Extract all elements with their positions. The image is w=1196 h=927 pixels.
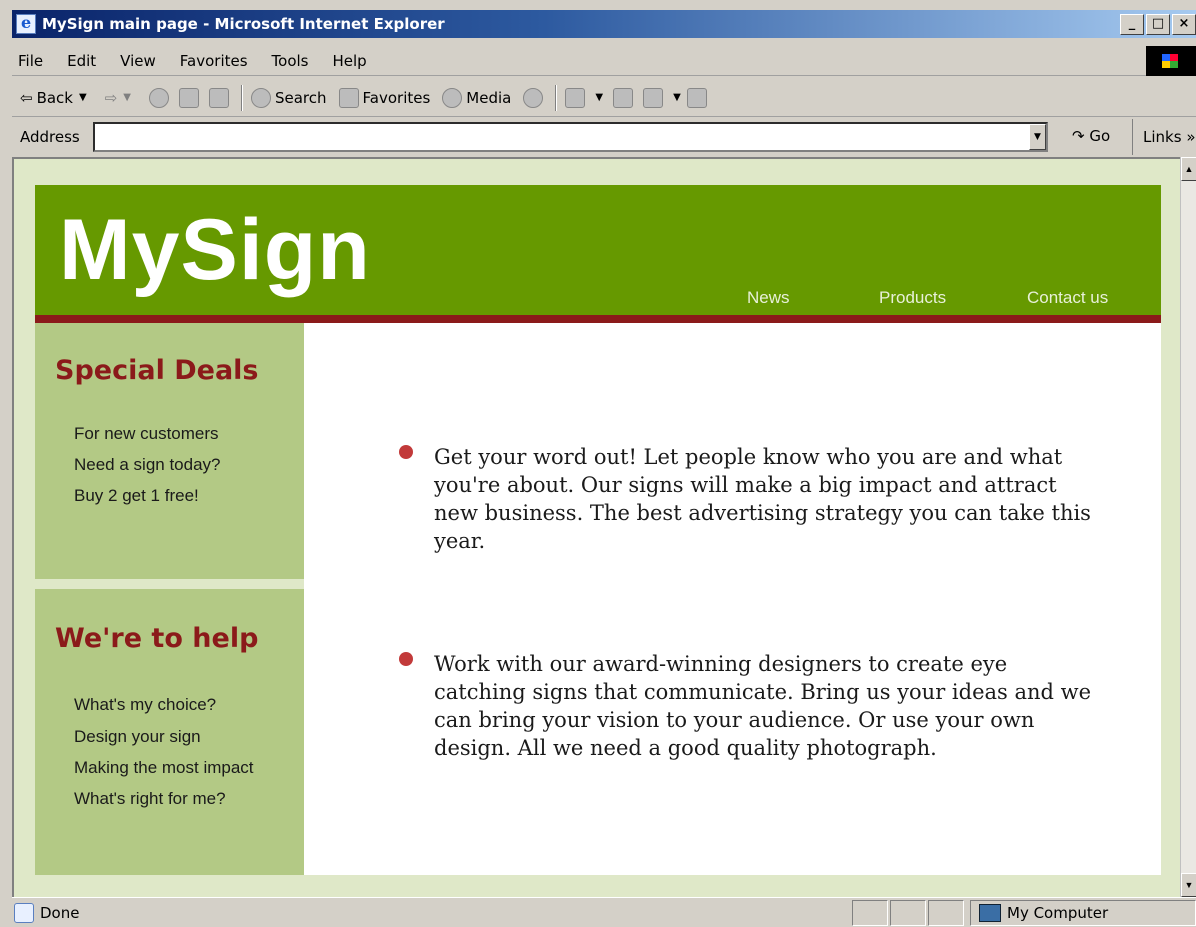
stop-icon[interactable] xyxy=(148,87,169,108)
links-label: Links xyxy=(1143,128,1182,146)
back-dropdown-icon[interactable]: ▼ xyxy=(79,92,87,103)
go-label: Go xyxy=(1089,127,1111,145)
discuss-icon[interactable] xyxy=(686,87,707,108)
menu-view[interactable]: View xyxy=(120,52,156,70)
bullet-icon xyxy=(399,445,413,459)
search-button[interactable]: Search xyxy=(250,87,327,108)
site-logo[interactable]: MySign xyxy=(59,207,371,293)
menu-favorites[interactable]: Favorites xyxy=(180,52,248,70)
mail-icon[interactable] xyxy=(565,87,586,108)
toolbar: ⇦ Back ▼ ⇨ ▼ Search Favorites Media ▼ ▼ xyxy=(12,79,1196,117)
search-label: Search xyxy=(274,88,327,107)
address-bar: Address ▼ ↷ Go Links » xyxy=(12,119,1196,155)
window-title-bar[interactable]: MySign main page - Microsoft Internet Ex… xyxy=(12,10,1196,38)
windows-logo-icon xyxy=(1146,46,1196,76)
ie-icon[interactable] xyxy=(16,13,36,34)
security-zone: My Computer xyxy=(970,900,1196,926)
forward-dropdown-icon[interactable]: ▼ xyxy=(123,92,131,103)
close-button[interactable]: × xyxy=(1172,14,1196,35)
main-content: Get your word out! Let people know who y… xyxy=(304,323,1161,875)
menu-help[interactable]: Help xyxy=(333,52,367,70)
scroll-up-icon[interactable]: ▲ xyxy=(1181,157,1196,181)
nav-contact-us[interactable]: Contact us xyxy=(1027,288,1108,308)
zone-label: My Computer xyxy=(1007,904,1109,922)
sidebar-link-buy-2-get-1[interactable]: Buy 2 get 1 free! xyxy=(74,486,199,506)
search-icon xyxy=(250,87,271,108)
forward-arrow-icon: ⇨ xyxy=(104,88,118,107)
sidebar-link-right-for-me[interactable]: What's right for me? xyxy=(74,789,226,809)
site-header: MySign News Products Contact us xyxy=(35,185,1161,315)
status-pane xyxy=(890,900,926,926)
header-divider xyxy=(35,315,1161,323)
address-label: Address xyxy=(20,128,80,146)
chevron-right-icon: » xyxy=(1186,128,1196,146)
vertical-scrollbar[interactable]: ▲ ▼ xyxy=(1180,157,1196,897)
special-deals-panel: Special Deals For new customers Need a s… xyxy=(35,323,304,579)
favorites-label: Favorites xyxy=(362,88,431,107)
mail-dropdown-icon[interactable]: ▼ xyxy=(595,92,603,103)
sidebar-link-sign-today[interactable]: Need a sign today? xyxy=(74,455,221,475)
ie-page-icon xyxy=(14,902,34,923)
maximize-button[interactable]: □ xyxy=(1146,14,1170,35)
window-title: MySign main page - Microsoft Internet Ex… xyxy=(42,15,445,33)
special-deals-title: Special Deals xyxy=(55,355,259,386)
back-arrow-icon: ⇦ xyxy=(20,88,33,107)
go-button[interactable]: ↷ Go xyxy=(1072,127,1110,145)
history-icon[interactable] xyxy=(523,87,544,108)
media-label: Media xyxy=(466,88,512,107)
page-viewport: MySign News Products Contact us Special … xyxy=(12,157,1180,897)
menu-file[interactable]: File xyxy=(18,52,43,70)
menu-tools[interactable]: Tools xyxy=(272,52,309,70)
status-bar: Done My Computer xyxy=(12,897,1196,927)
toolbar-separator xyxy=(240,84,243,111)
menu-edit[interactable]: Edit xyxy=(67,52,96,70)
paragraph-designers: Work with our award-winning designers to… xyxy=(434,652,1092,760)
go-arrow-icon: ↷ xyxy=(1072,127,1085,145)
media-icon xyxy=(442,87,463,108)
media-button[interactable]: Media xyxy=(442,87,512,108)
paragraph-word-out: Get your word out! Let people know who y… xyxy=(434,445,1091,553)
bullet-icon xyxy=(399,652,413,666)
favorites-icon xyxy=(338,87,359,108)
sidebar-link-design-sign[interactable]: Design your sign xyxy=(74,727,201,747)
forward-button[interactable]: ⇨ ▼ xyxy=(105,89,137,107)
sidebar-link-new-customers[interactable]: For new customers xyxy=(74,424,219,444)
sidebar-link-most-impact[interactable]: Making the most impact xyxy=(74,758,254,778)
window-frame xyxy=(0,0,12,927)
back-button[interactable]: ⇦ Back ▼ xyxy=(20,89,93,107)
links-button[interactable]: Links » xyxy=(1132,119,1196,155)
back-label: Back xyxy=(36,88,73,107)
scroll-down-icon[interactable]: ▼ xyxy=(1181,873,1196,897)
nav-products[interactable]: Products xyxy=(879,288,946,308)
help-title: We're to help xyxy=(55,623,259,654)
address-dropdown-icon[interactable]: ▼ xyxy=(1029,124,1046,150)
favorites-button[interactable]: Favorites xyxy=(338,87,431,108)
status-pane xyxy=(928,900,964,926)
nav-news[interactable]: News xyxy=(747,288,790,308)
edit-icon[interactable] xyxy=(643,87,664,108)
help-panel: We're to help What's my choice? Design y… xyxy=(35,589,304,875)
status-text: Done xyxy=(40,903,80,922)
address-input[interactable] xyxy=(93,122,1048,152)
sidebar-link-my-choice[interactable]: What's my choice? xyxy=(74,695,216,715)
edit-dropdown-icon[interactable]: ▼ xyxy=(673,92,681,103)
refresh-icon[interactable] xyxy=(178,87,199,108)
print-icon[interactable] xyxy=(613,87,634,108)
menu-bar: File Edit View Favorites Tools Help xyxy=(12,46,1196,76)
toolbar-separator xyxy=(555,84,558,111)
computer-icon xyxy=(979,904,1001,922)
status-pane xyxy=(852,900,888,926)
home-icon[interactable] xyxy=(208,87,229,108)
minimize-button[interactable]: _ xyxy=(1120,14,1144,35)
